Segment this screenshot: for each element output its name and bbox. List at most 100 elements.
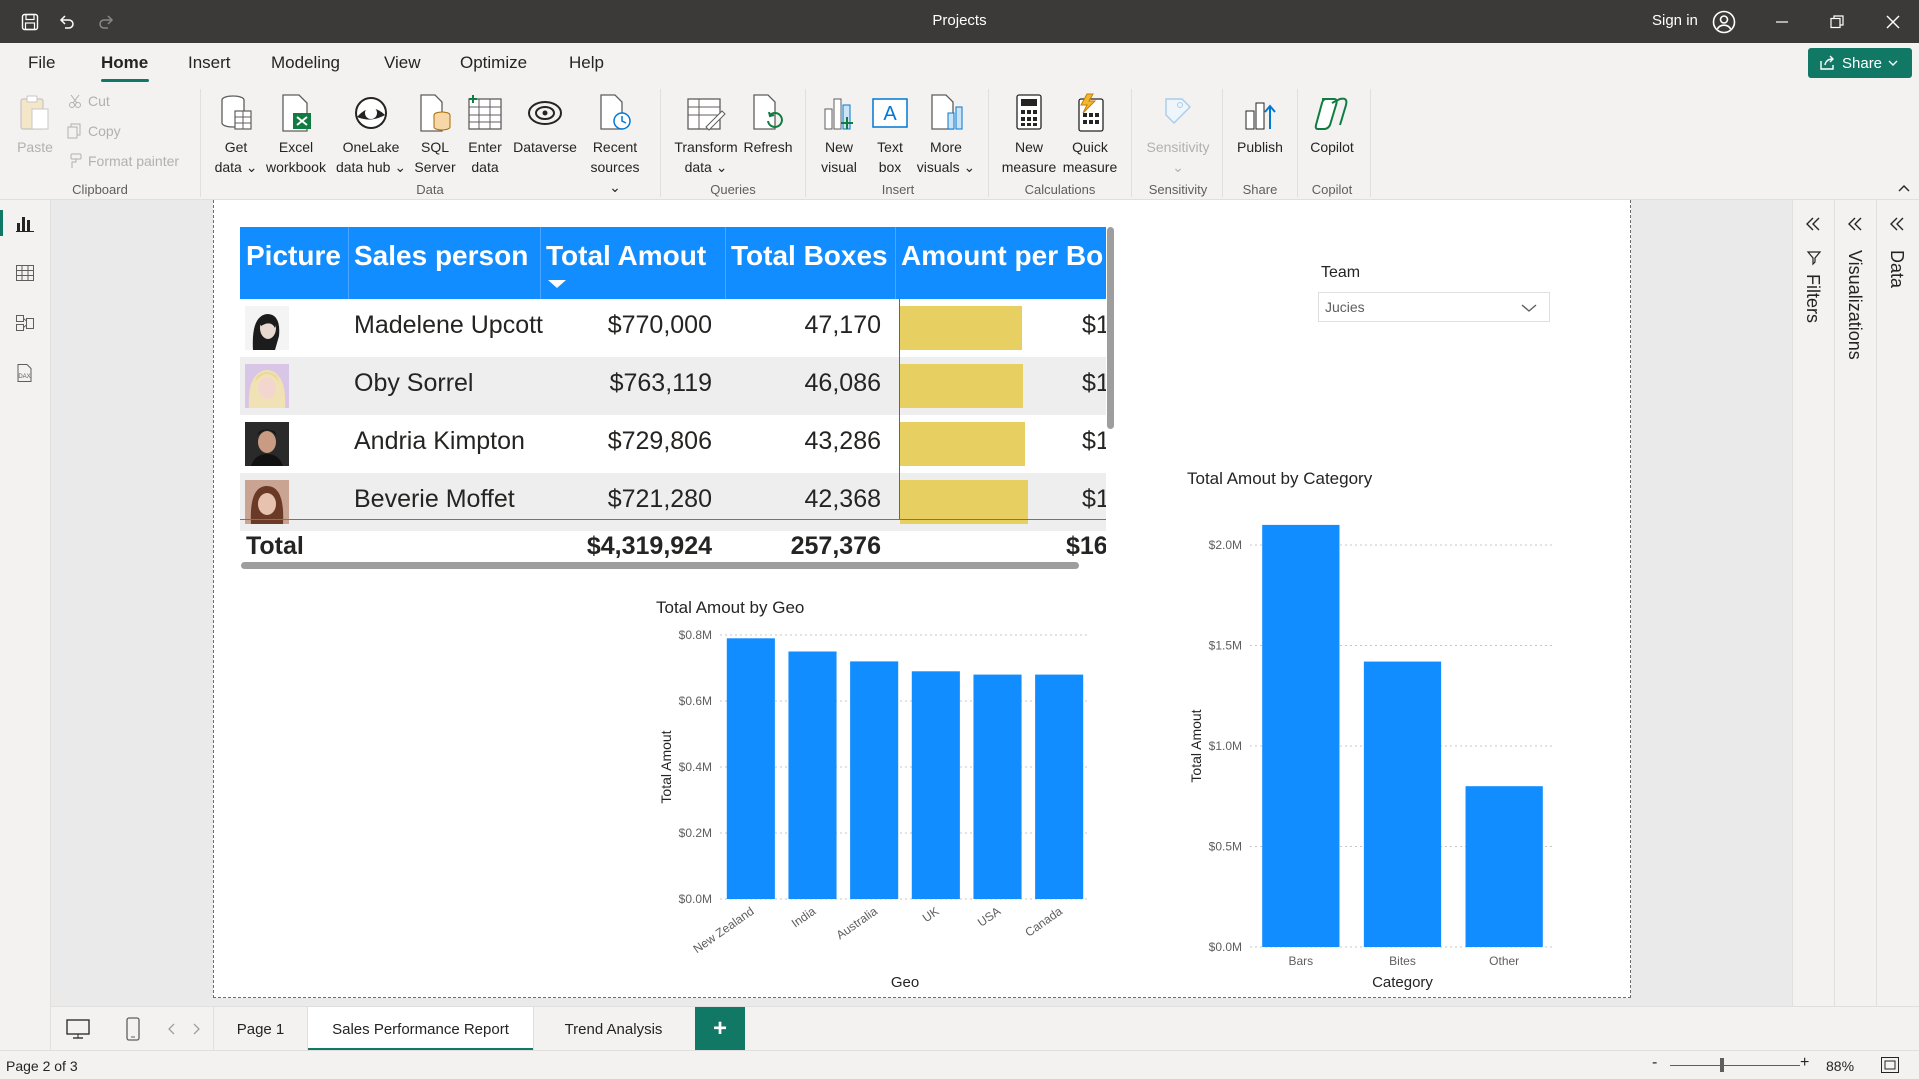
column-header-amount-per-box[interactable]: Amount per Bo xyxy=(901,240,1103,272)
tab-insert[interactable]: Insert xyxy=(188,53,231,73)
page-tab-trend-analysis[interactable]: Trend Analysis xyxy=(533,1007,693,1051)
filters-pane-label[interactable]: Filters xyxy=(1802,274,1823,323)
refresh-button[interactable]: Refresh xyxy=(742,91,794,157)
column-divider xyxy=(540,227,541,299)
sign-in-link[interactable]: Sign in xyxy=(1652,12,1698,29)
zoom-in-button[interactable]: + xyxy=(1800,1054,1809,1072)
copilot-icon xyxy=(1312,91,1352,135)
sales-person-name: Beverie Moffet xyxy=(354,485,515,513)
table-view-icon[interactable] xyxy=(12,260,38,286)
new-visual-button[interactable]: New visual xyxy=(817,91,861,177)
model-view-icon[interactable] xyxy=(12,310,38,336)
cut-button[interactable]: Cut xyxy=(68,93,110,109)
category-bar-chart[interactable]: $0.0M $0.5M $1.0M $1.5M $2.0M Bars Bites Other T… xyxy=(1180,500,1560,998)
scroll-tabs-left-icon[interactable] xyxy=(167,1022,175,1040)
enter-data-button[interactable]: Enter data xyxy=(463,91,507,177)
more-visuals-button[interactable]: More visuals ⌄ xyxy=(916,91,976,177)
scroll-tabs-right-icon[interactable] xyxy=(193,1022,201,1040)
tab-optimize[interactable]: Optimize xyxy=(460,53,527,73)
sort-descending-icon[interactable] xyxy=(546,277,568,295)
cut-label: Cut xyxy=(88,93,110,109)
visualizations-pane-collapsed[interactable]: Visualizations xyxy=(1834,200,1876,1006)
zoom-slider-track[interactable] xyxy=(1670,1065,1800,1066)
x-tick-label: Canada xyxy=(1022,904,1065,940)
copy-button[interactable]: Copy xyxy=(66,123,121,139)
excel-label-1: Excel xyxy=(278,139,314,155)
column-header-picture[interactable]: Picture xyxy=(246,240,341,272)
bar xyxy=(1262,524,1340,947)
format-painter-icon xyxy=(70,153,82,168)
slicer-title: Team xyxy=(1321,264,1361,281)
bar xyxy=(1465,786,1543,947)
x-tick-label: Bites xyxy=(1389,954,1416,968)
format-painter-button[interactable]: Format painter xyxy=(66,153,179,169)
fit-to-page-icon[interactable] xyxy=(1880,1056,1900,1077)
zoom-out-button[interactable]: - xyxy=(1652,1054,1657,1072)
get-data-button[interactable]: Get data ⌄ xyxy=(212,91,260,177)
zoom-slider-thumb[interactable] xyxy=(1720,1058,1724,1072)
team-slicer-dropdown[interactable]: Jucies xyxy=(1318,292,1550,322)
data-pane-label[interactable]: Data xyxy=(1886,250,1907,288)
transform-data-button[interactable]: Transform data ⌄ xyxy=(670,91,742,177)
report-view-icon[interactable] xyxy=(12,210,38,236)
desktop-layout-icon[interactable] xyxy=(65,1017,91,1046)
minimize-icon[interactable] xyxy=(1768,8,1796,36)
account-icon[interactable] xyxy=(1710,8,1738,36)
tab-file[interactable]: File xyxy=(28,53,55,73)
tab-help[interactable]: Help xyxy=(569,53,604,73)
restore-icon[interactable] xyxy=(1823,8,1851,36)
dataverse-button[interactable]: Dataverse xyxy=(510,91,580,157)
status-bar: Page 2 of 3 - + 88% xyxy=(0,1050,1919,1079)
publish-button[interactable]: Publish xyxy=(1232,91,1288,157)
transform-data-label-1: Transform xyxy=(674,139,738,155)
sql-server-button[interactable]: SQL Server xyxy=(414,91,456,177)
recent-sources-button[interactable]: Recent sources ⌄ xyxy=(586,91,644,197)
page-tab-page-1[interactable]: Page 1 xyxy=(213,1007,307,1051)
filters-pane-collapsed[interactable]: Filters xyxy=(1792,200,1834,1006)
share-button[interactable]: Share xyxy=(1808,48,1912,78)
tab-view[interactable]: View xyxy=(384,53,421,73)
bar xyxy=(1363,661,1442,947)
onelake-data-hub-button[interactable]: OneLake data hub ⌄ xyxy=(332,91,410,177)
copilot-group-label: Copilot xyxy=(1311,182,1353,197)
geo-bar-chart[interactable]: $0.0M $0.2M $0.4M $0.6M $0.8M New Zealand Indi… xyxy=(650,620,1100,998)
data-pane-collapsed[interactable]: Data xyxy=(1876,200,1919,1006)
tab-home[interactable]: Home xyxy=(101,53,148,73)
total-boxes-value: 47,170 xyxy=(804,311,881,339)
excel-workbook-button[interactable]: Excel workbook xyxy=(262,91,330,177)
column-header-total-amout[interactable]: Total Amout xyxy=(546,240,706,272)
copilot-button[interactable]: Copilot xyxy=(1302,91,1362,157)
transform-data-icon xyxy=(686,91,726,135)
copilot-label: Copilot xyxy=(1310,139,1354,155)
expand-data-icon[interactable] xyxy=(1887,214,1907,234)
ribbon-separator xyxy=(988,89,989,197)
tab-modeling[interactable]: Modeling xyxy=(271,53,340,73)
table-row[interactable]: Andria Kimpton $729,806 43,286 $16 xyxy=(240,415,1106,473)
share-label: Share xyxy=(1842,54,1883,72)
x-tick-label: UK xyxy=(920,904,942,925)
expand-visualizations-icon[interactable] xyxy=(1845,214,1865,234)
expand-filters-icon[interactable] xyxy=(1803,214,1823,234)
table-row[interactable]: Madelene Upcott $770,000 47,170 $16 xyxy=(240,299,1106,357)
dax-query-view-icon[interactable]: DAX xyxy=(12,360,38,386)
sales-table[interactable]: Picture Sales person Total Amout Total B… xyxy=(240,227,1106,573)
page-tab-sales-performance-report[interactable]: Sales Performance Report xyxy=(307,1007,533,1051)
new-measure-button[interactable]: New measure xyxy=(996,91,1062,177)
mobile-layout-icon[interactable] xyxy=(125,1017,141,1046)
column-header-total-boxes[interactable]: Total Boxes xyxy=(731,240,888,272)
add-page-button[interactable]: + xyxy=(695,1007,745,1051)
column-header-sales-person[interactable]: Sales person xyxy=(354,240,528,272)
table-vertical-scrollbar[interactable] xyxy=(1107,227,1114,429)
collapse-ribbon-icon[interactable] xyxy=(1898,179,1910,197)
close-icon[interactable] xyxy=(1879,8,1907,36)
visualizations-pane-label[interactable]: Visualizations xyxy=(1844,250,1865,360)
paste-button[interactable]: Paste xyxy=(14,91,56,157)
table-row[interactable]: Oby Sorrel $763,119 46,086 $16 xyxy=(240,357,1106,415)
table-horizontal-scrollbar[interactable] xyxy=(241,562,1079,569)
quick-measure-button[interactable]: Quick measure xyxy=(1058,91,1122,177)
sensitivity-button[interactable]: Sensitivity ⌄ xyxy=(1140,91,1216,177)
text-box-button[interactable]: A Text box xyxy=(868,91,912,177)
ribbon-separator xyxy=(660,89,661,197)
left-nav: DAX xyxy=(0,200,51,1050)
database-icon xyxy=(216,91,256,135)
